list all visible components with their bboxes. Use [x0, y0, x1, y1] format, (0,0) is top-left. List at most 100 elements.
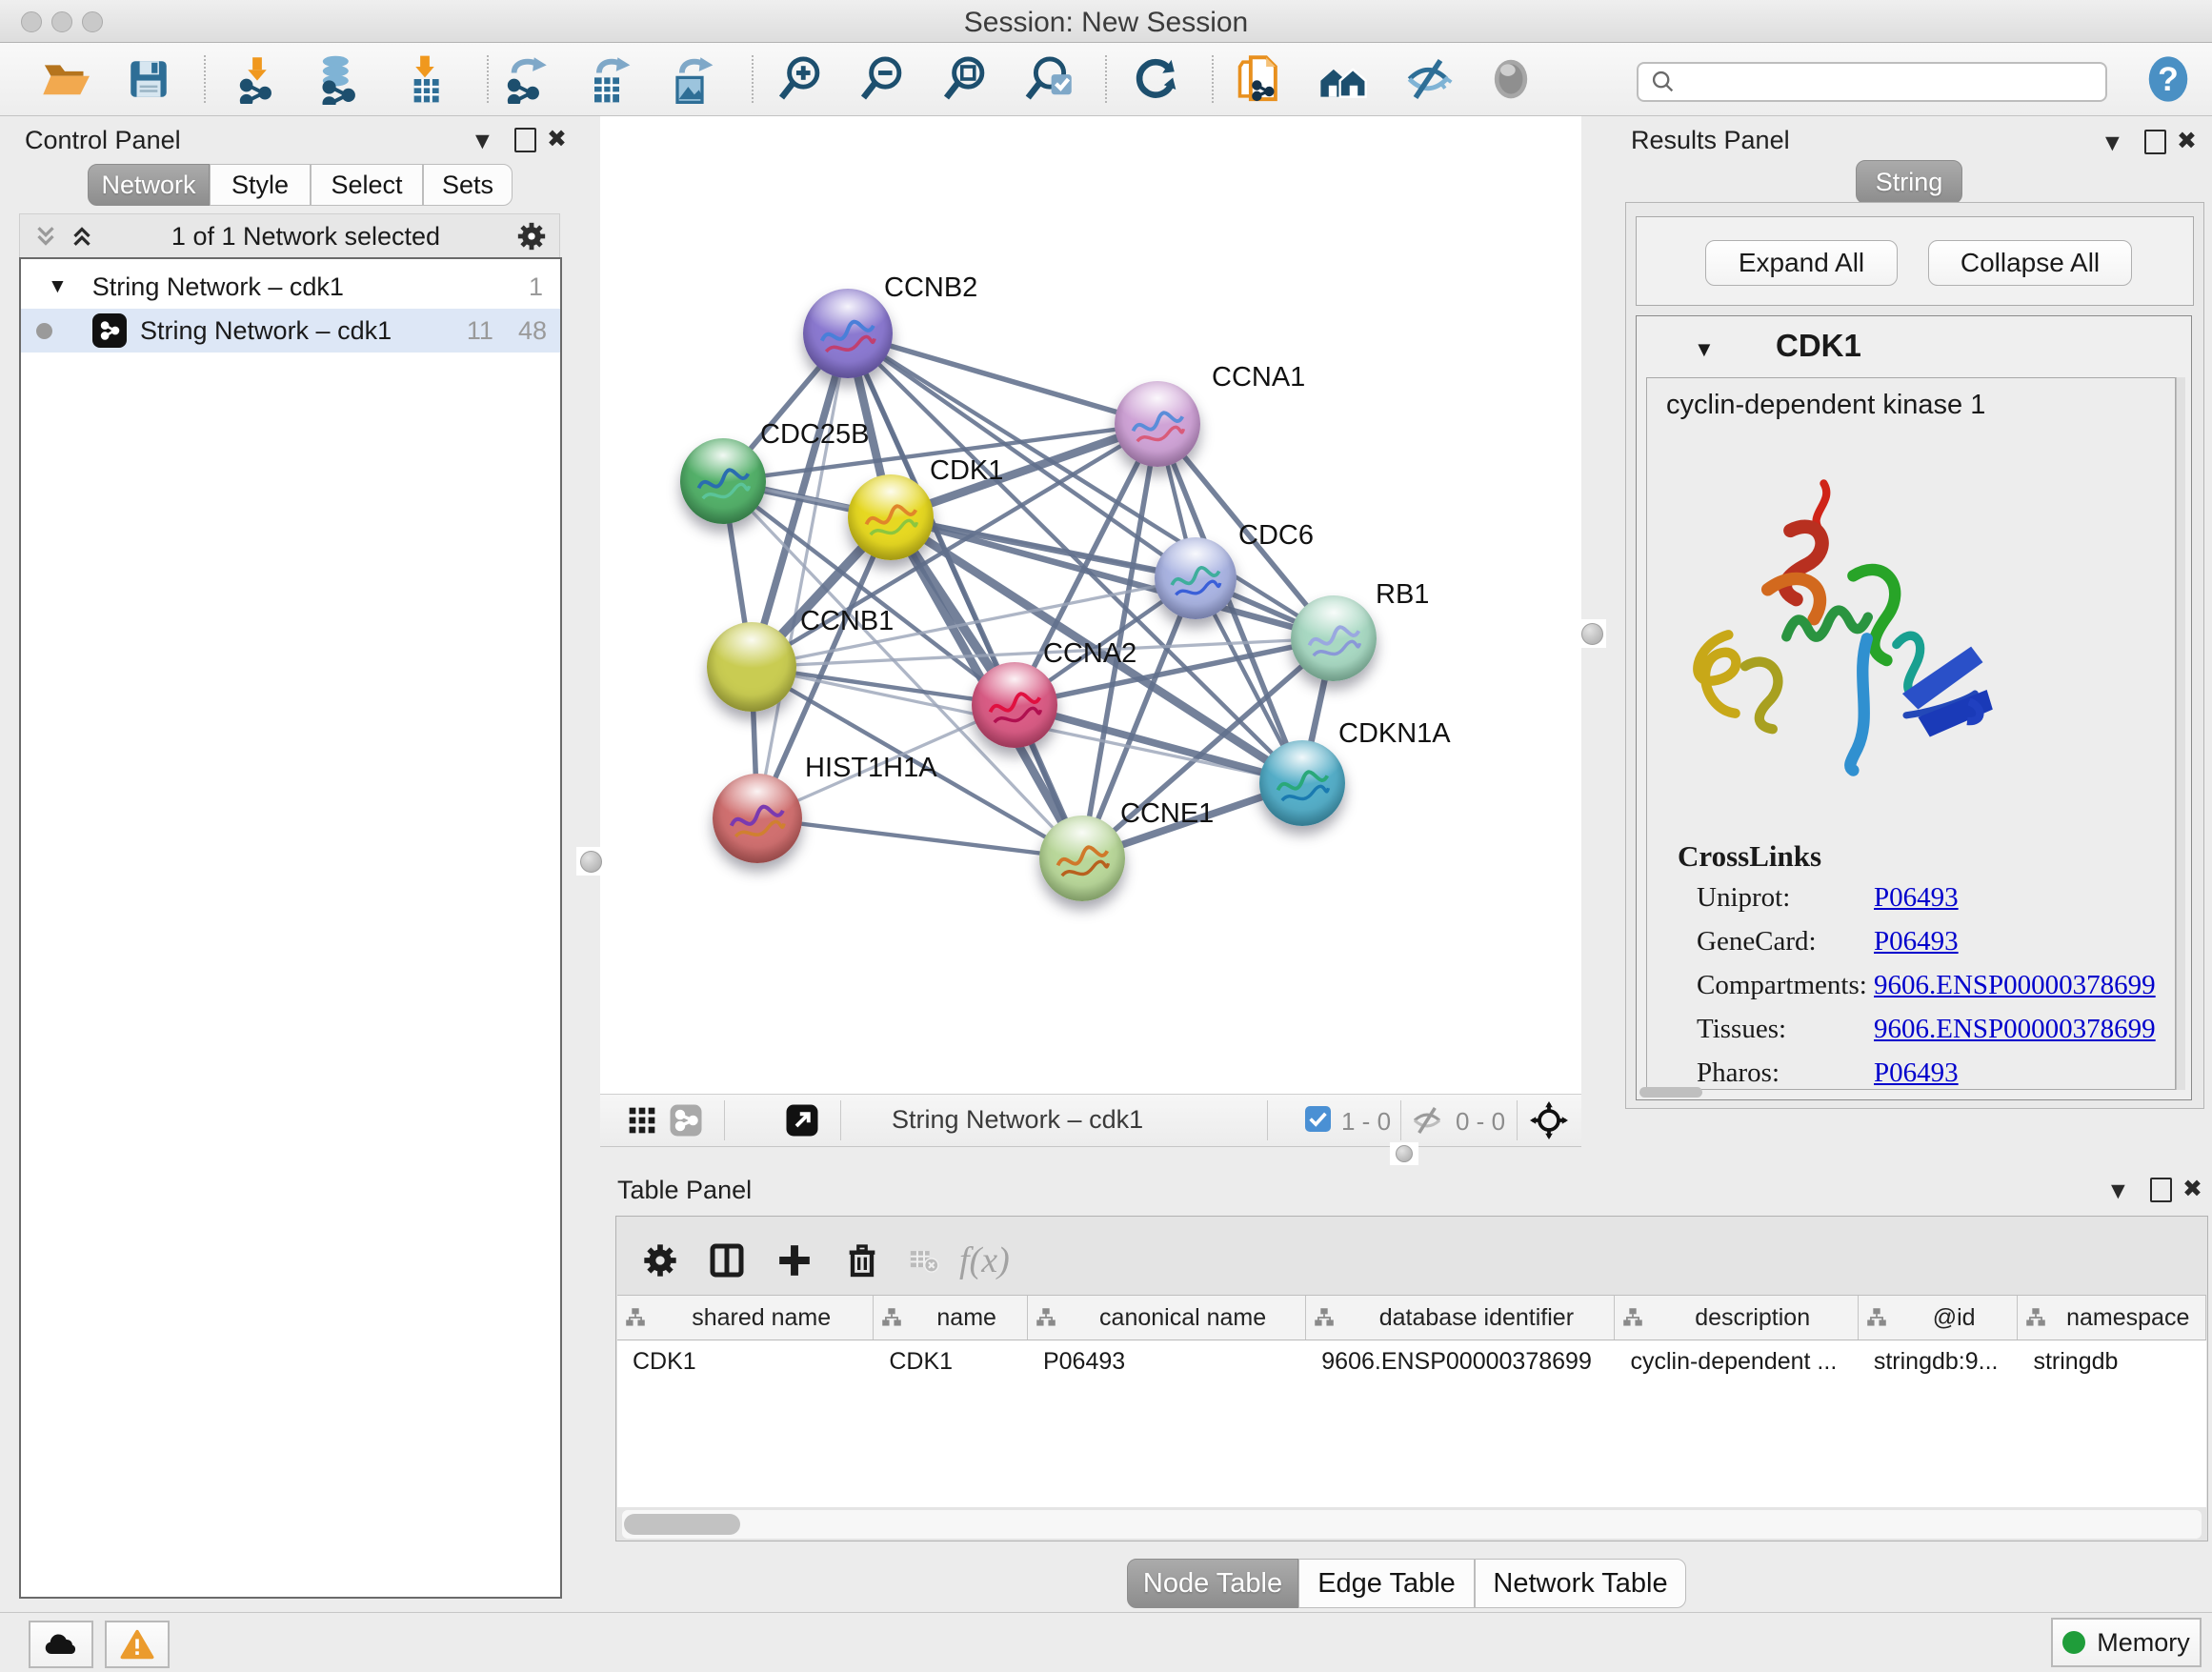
table-panel-float-icon[interactable] [2150, 1178, 2172, 1202]
search-input[interactable] [1677, 67, 2081, 98]
bottom-splitter-handle[interactable] [1390, 1142, 1418, 1165]
network-edge[interactable] [1015, 705, 1302, 783]
zoom-in-icon[interactable] [774, 52, 827, 106]
cloud-button[interactable] [29, 1621, 93, 1668]
table-horizontal-scrollbar-track[interactable] [622, 1510, 2202, 1539]
column-header-description[interactable]: description [1615, 1296, 1858, 1340]
network-node-cdc25b[interactable] [680, 438, 766, 524]
network-node-ccna2[interactable] [972, 662, 1057, 748]
open-in-window-icon[interactable] [783, 1101, 821, 1139]
results-panel-float-icon[interactable] [2144, 130, 2166, 154]
hide-unhide-icon[interactable] [1401, 52, 1455, 106]
column-header-canonical-name[interactable]: canonical name [1028, 1296, 1306, 1340]
crosslink-value-link[interactable]: P06493 [1874, 882, 1959, 914]
share-document-icon[interactable] [1232, 52, 1285, 106]
network-node-ccnb2[interactable] [803, 289, 893, 378]
warnings-button[interactable] [105, 1621, 170, 1668]
presentation-orb-icon[interactable] [1484, 52, 1538, 106]
tab-network[interactable]: Network [88, 164, 210, 206]
cell-canonical-name[interactable]: P06493 [1028, 1340, 1306, 1382]
tab-style[interactable]: Style [210, 164, 311, 206]
column-header--id[interactable]: @id [1859, 1296, 2019, 1340]
tab-node-table[interactable]: Node Table [1127, 1559, 1298, 1608]
create-column-icon[interactable] [776, 1239, 813, 1281]
network-canvas[interactable]: CCNB2CCNA1CDC25BCDK1CDC6RB1CCNB1CCNA2CDK… [600, 116, 1581, 1094]
memory-button[interactable]: Memory [2051, 1618, 2202, 1667]
network-edges[interactable] [600, 116, 1581, 1094]
gene-collapse-icon[interactable]: ▼ [1694, 337, 1715, 362]
control-panel-float-icon[interactable] [514, 128, 536, 152]
collapse-all-button[interactable]: Collapse All [1928, 240, 2132, 286]
network-edge[interactable] [757, 818, 1082, 858]
cell--id[interactable]: stringdb:9... [1859, 1340, 2019, 1382]
fit-content-crosshair-icon[interactable] [1530, 1101, 1568, 1139]
export-network-icon[interactable] [498, 52, 552, 106]
network-node-ccnb1[interactable] [707, 622, 796, 712]
open-session-icon[interactable] [38, 52, 91, 106]
tab-string[interactable]: String [1856, 160, 1962, 204]
search-field[interactable] [1637, 62, 2107, 102]
show-columns-icon[interactable] [708, 1239, 746, 1281]
control-panel-menu-icon[interactable]: ▼ [471, 130, 494, 153]
zoom-selected-icon[interactable] [1023, 52, 1076, 106]
table-panel-menu-icon[interactable]: ▼ [2106, 1179, 2130, 1203]
hidden-eye-slash-icon[interactable] [1408, 1101, 1446, 1139]
network-row[interactable]: String Network – cdk1 11 48 [21, 309, 560, 353]
results-panel-menu-icon[interactable]: ▼ [2101, 131, 2124, 155]
network-node-hist1h1a[interactable] [713, 774, 802, 863]
export-table-icon[interactable] [580, 52, 633, 106]
right-splitter-handle[interactable] [1578, 619, 1606, 648]
table-row[interactable]: CDK1CDK1P064939606.ENSP00000378699cyclin… [617, 1340, 2206, 1382]
network-node-ccna1[interactable] [1115, 381, 1200, 467]
network-collection-row[interactable]: ▼ String Network – cdk1 1 [21, 265, 560, 309]
table-panel-close-icon[interactable]: ✖ [2182, 1178, 2202, 1201]
zoom-out-icon[interactable] [855, 52, 909, 106]
collapse-all-networks-icon[interactable] [31, 222, 60, 251]
column-header-namespace[interactable]: namespace [2018, 1296, 2206, 1340]
crosslink-value-link[interactable]: P06493 [1874, 926, 1959, 957]
selected-checkbox-icon[interactable] [1305, 1106, 1331, 1132]
tab-sets[interactable]: Sets [423, 164, 513, 206]
cell-description[interactable]: cyclin-dependent ... [1615, 1340, 1858, 1382]
network-options-gear-icon[interactable] [515, 220, 548, 252]
table-options-gear-icon[interactable] [641, 1239, 679, 1281]
cell-namespace[interactable]: stringdb [2018, 1340, 2206, 1382]
function-builder-icon[interactable]: f(x) [959, 1239, 1010, 1281]
tab-select[interactable]: Select [311, 164, 423, 206]
export-image-icon[interactable] [663, 52, 716, 106]
save-session-icon[interactable] [122, 52, 175, 106]
results-vertical-scrollbar[interactable] [2176, 377, 2185, 1090]
refresh-layout-icon[interactable] [1130, 52, 1183, 106]
expand-all-button[interactable]: Expand All [1705, 240, 1898, 286]
crosslink-value-link[interactable]: 9606.ENSP00000378699 [1874, 970, 2156, 1001]
cell-name[interactable]: CDK1 [874, 1340, 1028, 1382]
column-header-shared-name[interactable]: shared name [617, 1296, 874, 1340]
import-network-database-icon[interactable] [311, 52, 364, 106]
network-share-icon[interactable] [667, 1101, 705, 1139]
cell-shared-name[interactable]: CDK1 [617, 1340, 874, 1382]
cell-database-identifier[interactable]: 9606.ENSP00000378699 [1306, 1340, 1615, 1382]
results-panel-close-icon[interactable]: ✖ [2177, 130, 2197, 153]
tab-network-table[interactable]: Network Table [1475, 1559, 1686, 1608]
results-horizontal-scrollbar[interactable] [1639, 1087, 1702, 1098]
network-node-ccne1[interactable] [1039, 816, 1125, 901]
birds-eye-view-icon[interactable] [623, 1101, 661, 1139]
column-header-database-identifier[interactable]: database identifier [1306, 1296, 1615, 1340]
crosslink-value-link[interactable]: 9606.ENSP00000378699 [1874, 1014, 2156, 1045]
zoom-fit-icon[interactable] [938, 52, 992, 106]
delete-table-icon[interactable] [908, 1239, 940, 1281]
import-table-file-icon[interactable] [398, 52, 452, 106]
network-home-icon[interactable] [1317, 52, 1370, 106]
column-header-name[interactable]: name [874, 1296, 1028, 1340]
import-network-file-icon[interactable] [231, 52, 284, 106]
control-panel-close-icon[interactable]: ✖ [547, 128, 567, 151]
crosslink-value-link[interactable]: P06493 [1874, 1058, 1959, 1089]
table-horizontal-scrollbar-thumb[interactable] [624, 1514, 740, 1535]
help-icon[interactable]: ? [2142, 52, 2195, 106]
network-node-rb1[interactable] [1291, 595, 1377, 681]
tab-edge-table[interactable]: Edge Table [1298, 1559, 1475, 1608]
collection-expand-icon[interactable]: ▼ [48, 275, 68, 298]
network-node-cdk1[interactable] [848, 474, 934, 560]
delete-column-icon[interactable] [843, 1239, 881, 1281]
network-node-cdkn1a[interactable] [1259, 740, 1345, 826]
